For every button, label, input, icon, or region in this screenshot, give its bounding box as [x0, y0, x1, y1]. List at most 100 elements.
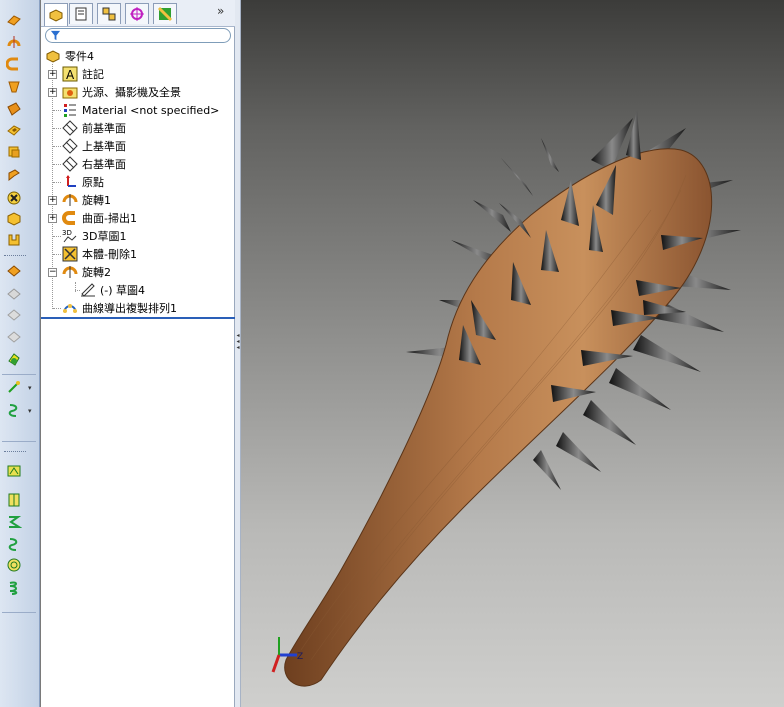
tree-line — [53, 110, 61, 111]
delete-body-icon — [62, 246, 78, 262]
tree-root-part[interactable]: 零件4 — [45, 47, 94, 65]
tree-item-label: 旋轉1 — [82, 194, 111, 207]
club-body — [284, 148, 713, 687]
tree-item-top-plane[interactable]: 上基準面 — [62, 137, 126, 155]
toolbar-separator — [2, 374, 36, 375]
tree-item-curve-driven-pattern1[interactable]: 曲線導出複製排列1 — [62, 299, 177, 317]
feature-manager-panel: » 零件4 + A 註記 + 光源、攝影機及全景 Material <not s… — [41, 0, 235, 707]
spiked-club-model[interactable]: Z — [241, 0, 784, 707]
fillet-icon[interactable] — [5, 262, 23, 280]
svg-text:A: A — [66, 68, 75, 82]
tree-item-label: 曲面-掃出1 — [82, 212, 137, 225]
lights-cameras-icon — [62, 87, 78, 99]
instant3d-icon[interactable] — [5, 378, 23, 396]
surface-loft-icon[interactable] — [5, 513, 23, 531]
annotations-icon: A — [62, 66, 78, 82]
extruded-cut-icon[interactable] — [5, 121, 23, 139]
tab-property-manager[interactable] — [69, 3, 93, 24]
collapse-toggle[interactable]: − — [48, 268, 57, 277]
tree-item-origin[interactable]: 原點 — [62, 173, 104, 191]
tree-item-annotations[interactable]: A 註記 — [62, 65, 104, 83]
expand-toggle[interactable]: + — [48, 196, 57, 205]
tab-display-manager[interactable] — [153, 3, 177, 24]
boundary-boss-icon[interactable] — [5, 100, 23, 118]
configuration-icon — [102, 7, 116, 21]
tree-item-label: 光源、攝影機及全景 — [82, 86, 181, 99]
surface-revolve-icon[interactable] — [5, 462, 23, 480]
revolve-icon — [62, 266, 78, 278]
svg-text:3D: 3D — [62, 229, 72, 237]
toolbar-grip[interactable] — [4, 255, 26, 258]
plane-icon — [62, 120, 78, 136]
tree-item-front-plane[interactable]: 前基準面 — [62, 119, 126, 137]
tree-item-label: 上基準面 — [82, 140, 126, 153]
command-toolbar: ▾ ▾ — [0, 0, 40, 707]
tree-item-sketch4[interactable]: (-) 草圖4 — [80, 281, 145, 299]
mirror-icon[interactable] — [5, 306, 23, 324]
tree-line — [53, 182, 61, 183]
tree-item-label: 曲線導出複製排列1 — [82, 302, 177, 315]
expand-toggle[interactable]: + — [48, 88, 57, 97]
part-name: 零件4 — [65, 50, 94, 63]
tree-item-label: Material <not specified> — [82, 103, 220, 117]
toolbar-grip[interactable] — [4, 451, 26, 454]
tree-line — [53, 164, 61, 165]
material-icon — [64, 104, 76, 117]
tab-more-button[interactable]: » — [217, 4, 224, 18]
tree-item-label: 旋轉2 — [82, 266, 111, 279]
tree-item-revolve1[interactable]: 旋轉1 — [62, 191, 111, 209]
tree-item-right-plane[interactable]: 右基準面 — [62, 155, 126, 173]
origin-icon — [66, 175, 76, 187]
tree-item-surface-sweep1[interactable]: 曲面-掃出1 — [62, 209, 137, 227]
tree-item-revolve2[interactable]: 旋轉2 — [62, 263, 111, 281]
property-icon — [75, 7, 87, 21]
expand-toggle[interactable]: + — [48, 70, 57, 79]
dimxpert-icon — [130, 7, 144, 21]
tab-feature-manager[interactable] — [44, 3, 68, 26]
linear-pattern-icon[interactable] — [5, 285, 23, 303]
panel-tab-bar: » — [41, 0, 235, 27]
sketch-3d-icon: 3D — [62, 229, 77, 243]
helix-icon[interactable] — [5, 535, 23, 553]
curves-icon[interactable] — [5, 350, 23, 368]
rollback-bar[interactable] — [41, 317, 235, 319]
sketch-icon — [81, 283, 95, 297]
plane-icon — [62, 156, 78, 172]
feature-filter-input[interactable] — [45, 28, 231, 43]
chevron-down-icon[interactable]: ▾ — [28, 384, 32, 392]
tree-item-material[interactable]: Material <not specified> — [62, 101, 219, 119]
lofted-boss-icon[interactable] — [5, 78, 23, 96]
tree-line — [53, 308, 61, 309]
tree-item-label: 右基準面 — [82, 158, 126, 171]
tab-dimxpert-manager[interactable] — [125, 3, 149, 24]
tree-item-delete-body1[interactable]: 本體-刪除1 — [62, 245, 137, 263]
swept-cut-icon[interactable] — [5, 166, 23, 184]
extruded-boss-icon[interactable] — [5, 10, 23, 28]
hole-wizard-icon[interactable] — [5, 189, 23, 207]
revolved-cut-icon[interactable] — [5, 143, 23, 161]
surface-sweep-icon[interactable] — [5, 491, 23, 509]
expand-toggle[interactable]: + — [48, 214, 57, 223]
reference-geometry-icon[interactable] — [5, 328, 23, 346]
rib-icon[interactable] — [5, 231, 23, 249]
tree-line — [53, 146, 61, 147]
chevron-down-icon[interactable]: ▾ — [28, 407, 32, 415]
revolved-boss-icon[interactable] — [5, 33, 23, 51]
shell-icon[interactable] — [5, 210, 23, 228]
swept-boss-icon[interactable] — [5, 55, 23, 73]
tree-item-lights-cameras[interactable]: 光源、攝影機及全景 — [62, 83, 181, 101]
tree-item-label: 註記 — [82, 68, 104, 81]
surface-extrude-icon[interactable] — [5, 401, 23, 419]
plane-icon — [62, 138, 78, 154]
split-line-icon[interactable] — [5, 556, 23, 574]
tree-item-3d-sketch1[interactable]: 3D 3D草圖1 — [62, 227, 126, 245]
spiral-icon[interactable] — [5, 578, 23, 596]
tree-item-label: 本體-刪除1 — [82, 248, 137, 261]
revolve-icon — [62, 194, 78, 206]
tree-line — [53, 236, 61, 237]
graphics-viewport[interactable]: Z — [241, 0, 784, 707]
tree-line — [53, 128, 61, 129]
curve-pattern-icon — [63, 304, 77, 313]
tab-configuration-manager[interactable] — [97, 3, 121, 24]
toolbar-separator — [2, 612, 36, 613]
